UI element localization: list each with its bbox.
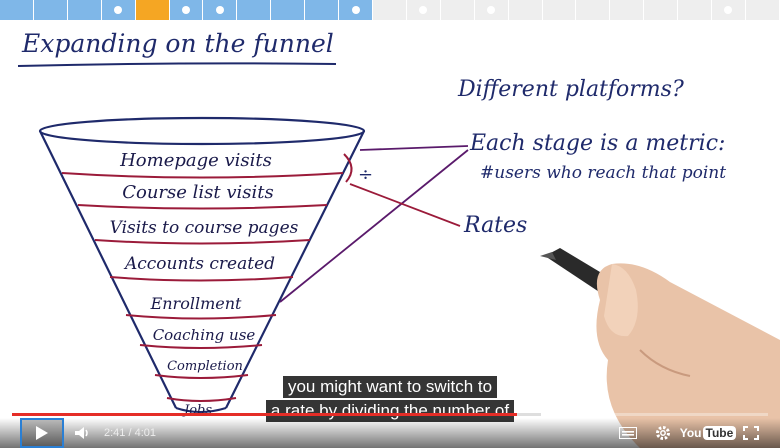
captions-overlay: you might want to switch to a rate by di… (0, 376, 780, 424)
fullscreen-icon (743, 426, 759, 440)
gear-icon (656, 426, 670, 440)
lesson-segment[interactable] (339, 0, 373, 20)
lesson-segment[interactable] (237, 0, 272, 20)
lesson-segment[interactable] (474, 0, 509, 20)
volume-button[interactable] (70, 418, 94, 448)
lesson-segment[interactable] (271, 0, 306, 20)
play-button[interactable] (20, 418, 64, 448)
divide-symbol: ÷ (358, 164, 373, 185)
lesson-segment[interactable] (203, 0, 238, 20)
board-title: Expanding on the funnel (21, 29, 334, 58)
lesson-segment[interactable] (406, 0, 441, 20)
lesson-segment[interactable] (135, 0, 170, 20)
lesson-segment[interactable] (67, 0, 102, 20)
video-frame[interactable]: Expanding on the funnel Homepage visits … (0, 20, 780, 448)
duration: 4:01 (134, 427, 157, 439)
lesson-segment[interactable] (101, 0, 136, 20)
stage-label: Coaching use (153, 326, 256, 344)
time-display: 2:41 / 4:01 (104, 418, 156, 448)
segment-marker-dot (351, 6, 360, 14)
lesson-segment[interactable] (644, 0, 679, 20)
seek-bar-played (12, 413, 517, 416)
metric-note-line2: #users who reach that point (480, 163, 726, 183)
lesson-segment[interactable] (508, 0, 543, 20)
lesson-segment[interactable] (576, 0, 611, 20)
lesson-segment[interactable] (169, 0, 204, 20)
captions-button[interactable] (615, 418, 641, 448)
stage-label: Enrollment (150, 294, 242, 313)
lesson-segment[interactable] (678, 0, 713, 20)
segment-marker-dot (114, 6, 123, 14)
platforms-note: Different platforms? (457, 77, 684, 102)
lesson-segment[interactable] (305, 0, 340, 20)
stage-label: Accounts created (123, 254, 275, 274)
seek-bar[interactable] (12, 413, 768, 416)
time-separator: / (128, 427, 132, 439)
lesson-segment[interactable] (712, 0, 746, 20)
stage-label: Course list visits (122, 182, 274, 203)
lesson-segment[interactable] (745, 0, 780, 20)
lesson-segment[interactable] (542, 0, 577, 20)
stage-label: Visits to course pages (110, 218, 299, 238)
lesson-segment[interactable] (0, 0, 34, 20)
lesson-progress-bar (0, 0, 780, 20)
lesson-segment[interactable] (372, 0, 407, 20)
youtube-logo-tube: Tube (702, 426, 737, 440)
lesson-segment[interactable] (33, 0, 68, 20)
rates-label: Rates (463, 213, 527, 238)
fullscreen-button[interactable] (738, 418, 764, 448)
segment-marker-dot (487, 6, 496, 14)
caption-line: you might want to switch to (282, 376, 498, 398)
current-time: 2:41 (104, 427, 126, 439)
segment-marker-dot (419, 6, 428, 14)
youtube-logo[interactable]: You Tube (680, 418, 737, 448)
settings-button[interactable] (650, 418, 676, 448)
play-icon (36, 426, 48, 440)
player-controls: 2:41 / 4:01 You Tube (0, 418, 780, 448)
lesson-segment[interactable] (440, 0, 475, 20)
segment-marker-dot (215, 6, 224, 14)
segment-marker-dot (724, 6, 733, 14)
youtube-logo-you: You (679, 426, 702, 440)
stage-label: Homepage visits (119, 150, 272, 171)
segment-marker-dot (181, 6, 190, 14)
captions-icon (619, 427, 637, 439)
stage-label: Completion (167, 359, 243, 374)
metric-note-line1: Each stage is a metric: (469, 131, 725, 156)
volume-icon (75, 427, 88, 439)
lesson-segment[interactable] (610, 0, 645, 20)
